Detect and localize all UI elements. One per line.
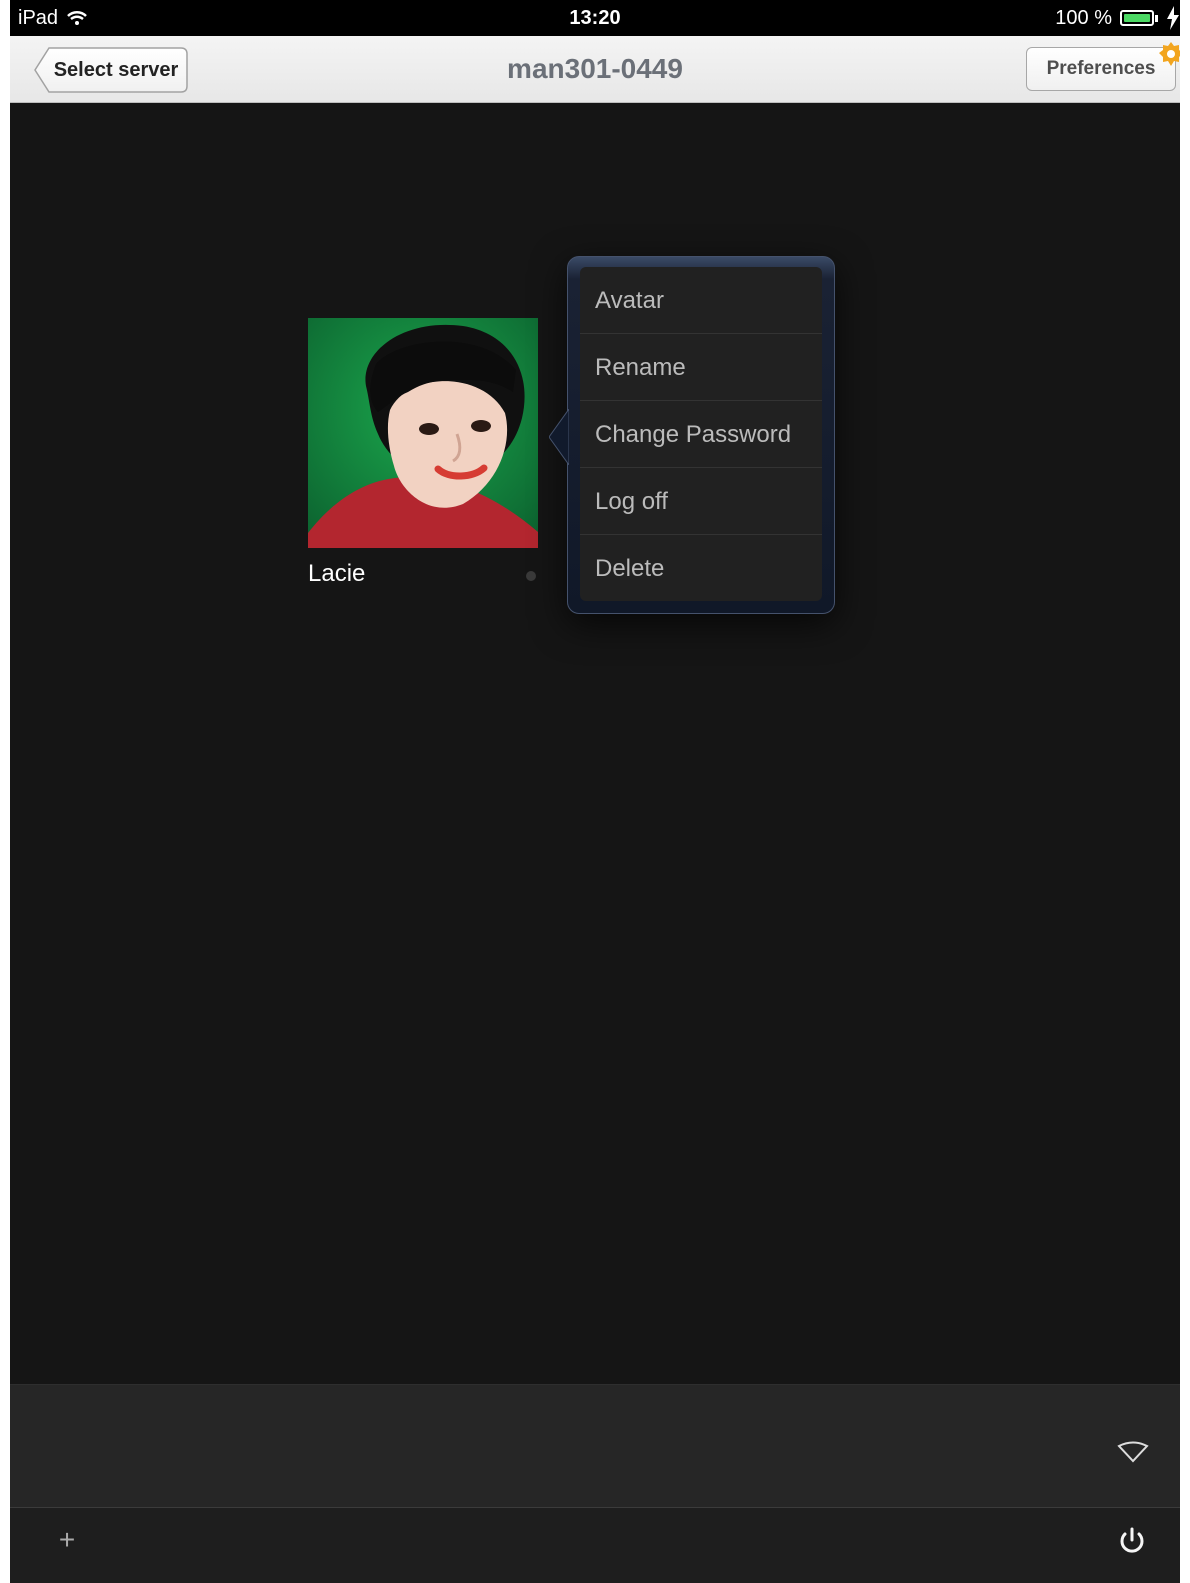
battery-tip (1155, 14, 1158, 22)
battery-percent: 100 % (1055, 7, 1112, 29)
app-screen: iPad 13:20 100 % Select server man301-04… (10, 0, 1180, 1583)
status-time: 13:20 (569, 7, 621, 29)
plus-icon: + (58, 1524, 76, 1555)
battery-fill (1124, 14, 1150, 22)
gear-badge-icon (1159, 42, 1180, 66)
wifi-outline-icon[interactable] (1117, 1439, 1149, 1463)
menu-item-change-password[interactable]: Change Password (580, 401, 822, 468)
status-dot (526, 571, 536, 581)
status-right: 100 % (1055, 0, 1180, 36)
battery-icon (1120, 10, 1154, 26)
menu-item-avatar[interactable]: Avatar (580, 267, 822, 334)
menu-item-rename[interactable]: Rename (580, 334, 822, 401)
add-user-button[interactable]: + (56, 1526, 78, 1554)
page-title: man301-0449 (507, 53, 683, 84)
navigation-bar: Select server man301-0449 Preferences (10, 36, 1180, 103)
user-name: Lacie (308, 560, 366, 587)
popover-arrow (549, 409, 569, 465)
bottom-toolbar (10, 1507, 1180, 1583)
menu-item-delete[interactable]: Delete (580, 535, 822, 601)
popover-menu-list: Avatar Rename Change Password Log off De… (580, 267, 822, 601)
preferences-label: Preferences (1046, 58, 1156, 79)
user-actions-popover: Avatar Rename Change Password Log off De… (549, 256, 835, 614)
avatar-illustration (308, 318, 538, 548)
power-icon[interactable] (1118, 1527, 1146, 1557)
preferences-button[interactable]: Preferences (1026, 42, 1180, 91)
status-bar: iPad 13:20 100 % (10, 0, 1180, 36)
lightning-bolt-icon (1167, 6, 1179, 30)
menu-item-log-off[interactable]: Log off (580, 468, 822, 535)
footer-panel (10, 1384, 1180, 1508)
user-avatar-photo[interactable] (308, 318, 538, 548)
